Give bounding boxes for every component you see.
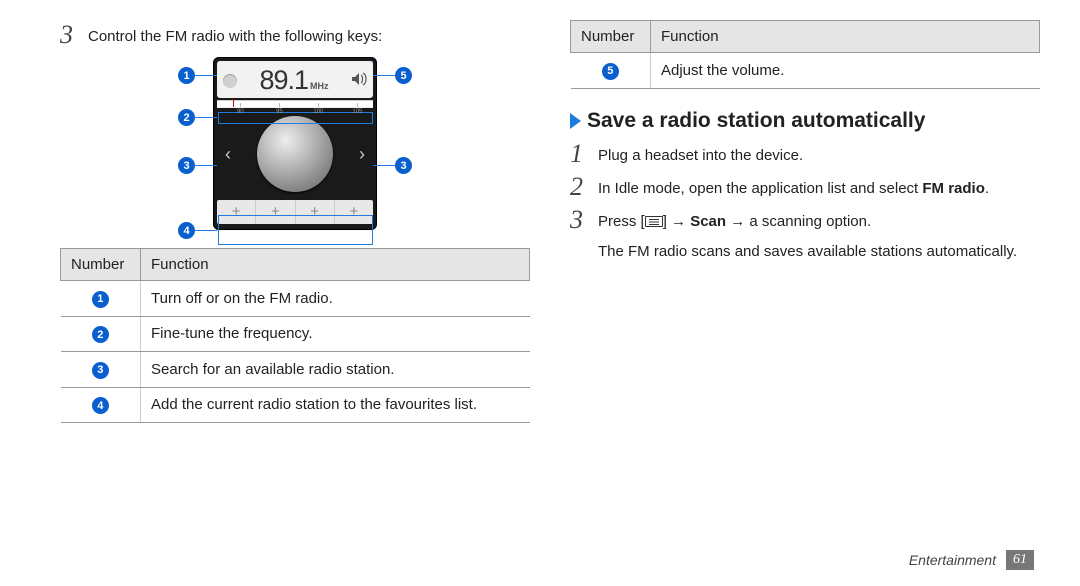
frequency-scale[interactable]: 90 95 100 105 [217,100,373,108]
key-function-table-right: Number Function 5 Adjust the volume. [570,20,1040,89]
row-badge: 5 [602,63,619,80]
text: Press [ [598,213,645,230]
callout-5: 5 [373,67,412,84]
callout-leader-line [195,165,217,166]
table-header-row: Number Function [61,249,530,281]
chapter-name: Entertainment [909,552,996,568]
row-function: Search for an available radio station. [141,352,530,388]
callout-badge: 5 [395,67,412,84]
callout-3-right: 3 [373,157,412,174]
frequency-display: 89.1MHz [259,65,328,96]
callout-3-left: 3 [178,157,217,174]
step-text: Control the FM radio with the following … [88,24,382,47]
bold-text: FM radio [922,180,985,197]
text: . [985,180,989,197]
table-row: 2 Fine-tune the frequency. [61,316,530,352]
step-text: Plug a headset into the device. [598,143,803,166]
chevron-right-icon [570,113,581,129]
callout-leader-line [195,75,217,76]
step-number: 3 [570,209,590,231]
fm-radio-illustration: 1 2 3 4 5 [165,57,425,230]
volume-icon[interactable] [351,72,367,89]
step-3-scan: 3 Press [ ] → Scan → a scanning option. [570,209,1040,232]
text: In Idle mode, open the application list … [598,180,922,197]
step-2-idle: 2 In Idle mode, open the application lis… [570,176,1040,199]
callout-2: 2 [178,109,217,126]
add-favourite-button[interactable]: + [296,200,335,224]
header-function: Function [141,249,530,281]
scale-label: 95 [276,109,283,115]
callout-4: 4 [178,222,217,239]
row-function: Adjust the volume. [651,53,1040,89]
header-number: Number [61,249,141,281]
page-number: 61 [1006,550,1034,570]
scale-label: 105 [352,109,362,115]
scale-label: 100 [313,109,323,115]
bold-text: Scan [690,213,726,230]
section-heading: Save a radio station automatically [570,109,1040,133]
step-3-control: 3 Control the FM radio with the followin… [60,24,530,47]
seek-next-icon[interactable]: › [355,134,369,175]
text: → a scanning option. [726,213,871,230]
callout-leader-line [195,230,217,231]
header-function: Function [651,21,1040,53]
seek-prev-icon[interactable]: ‹ [221,134,235,175]
callout-badge: 2 [178,109,195,126]
callout-badge: 3 [178,157,195,174]
row-function: Fine-tune the frequency. [141,316,530,352]
callout-badge: 1 [178,67,195,84]
row-function: Turn off or on the FM radio. [141,281,530,317]
table-row: 4 Add the current radio station to the f… [61,387,530,423]
add-favourite-button[interactable]: + [256,200,295,224]
frequency-value: 89.1 [259,65,308,95]
favourites-row: + + + + [217,200,373,224]
callout-leader-line [195,117,217,118]
menu-key-icon [645,216,663,227]
row-badge: 4 [92,397,109,414]
add-favourite-button[interactable]: + [217,200,256,224]
fm-radio-app: 89.1MHz 90 95 100 105 ‹ [213,57,377,230]
header-number: Number [571,21,651,53]
table-header-row: Number Function [571,21,1040,53]
key-function-table-left: Number Function 1 Turn off or on the FM … [60,248,530,423]
callout-leader-line [373,75,395,76]
row-badge: 2 [92,326,109,343]
step-number: 1 [570,143,590,165]
add-favourite-button[interactable]: + [335,200,373,224]
scale-label: 90 [237,109,244,115]
table-row: 1 Turn off or on the FM radio. [61,281,530,317]
tuning-dial[interactable] [257,116,333,192]
step-text: Press [ ] → Scan → a scanning option. [598,209,871,232]
callout-1: 1 [178,67,217,84]
two-column-layout: 3 Control the FM radio with the followin… [60,20,1040,423]
tuning-needle [233,99,234,107]
manual-page: 3 Control the FM radio with the followin… [0,0,1080,586]
table-row: 3 Search for an available radio station. [61,352,530,388]
radio-top-panel: 89.1MHz [217,61,373,98]
step-1-plug: 1 Plug a headset into the device. [570,143,1040,166]
frequency-unit: MHz [310,81,329,91]
step-3-substep: The FM radio scans and saves available s… [598,242,1040,262]
callout-badge: 4 [178,222,195,239]
row-badge: 1 [92,291,109,308]
page-footer: Entertainment 61 [909,550,1034,570]
step-text: In Idle mode, open the application list … [598,176,989,199]
row-function: Add the current radio station to the fav… [141,387,530,423]
power-icon[interactable] [223,74,237,88]
table-row: 5 Adjust the volume. [571,53,1040,89]
callout-badge: 3 [395,157,412,174]
right-column: Number Function 5 Adjust the volume. Sav… [570,20,1040,423]
section-title: Save a radio station automatically [587,109,925,133]
callout-leader-line [373,165,395,166]
text: ] → [663,213,691,230]
left-column: 3 Control the FM radio with the followin… [60,20,530,423]
step-number: 3 [60,24,80,46]
step-number: 2 [570,176,590,198]
tuning-dial-zone: ‹ › [217,108,373,200]
row-badge: 3 [92,362,109,379]
